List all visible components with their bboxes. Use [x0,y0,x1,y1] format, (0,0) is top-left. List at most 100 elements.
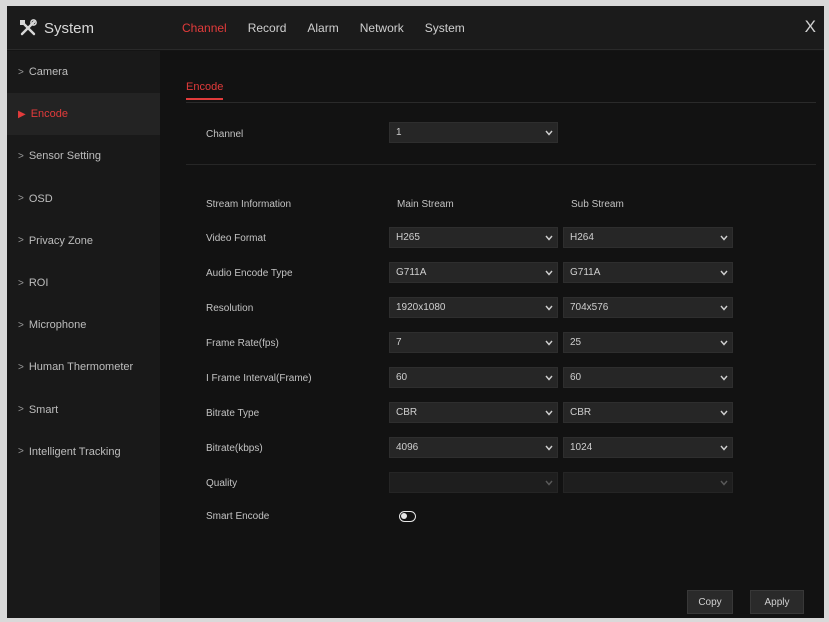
chevron-right-icon: > [18,66,24,78]
resolution-sub-select-value: 704x576 [570,302,609,313]
tools-icon [19,19,37,37]
sidebar-item-microphone[interactable]: > Microphone [7,304,160,346]
smart-encode-toggle[interactable] [399,511,416,522]
audio-encode-type-sub-select-value: G711A [570,267,601,278]
sidebar-item-intelligent-tracking[interactable]: > Intelligent Tracking [7,431,160,473]
sidebar-item-privacy-zone[interactable]: > Privacy Zone [7,220,160,262]
bitrate-type-main-select-value: CBR [396,407,418,418]
sidebar-item-smart[interactable]: > Smart [7,389,160,431]
sidebar-item-camera[interactable]: > Camera [7,51,160,93]
tab-channel[interactable]: Channel [182,6,227,50]
chevron-right-icon: > [18,150,24,162]
main-stream-header: Main Stream [397,199,454,210]
bitrate-kbps-sub-select-value: 1024 [570,442,593,453]
i-frame-interval-frame-sub-select[interactable]: 60 [563,367,733,388]
subtab-divider [186,102,816,103]
sidebar-item-label: Microphone [28,319,87,332]
sidebar-item-label: Human Thermometer [28,361,134,374]
chevron-right-icon: ▶ [18,108,26,120]
chevron-down-icon [716,375,732,381]
app-title-text: System [44,19,95,37]
video-format-label: Video Format [206,233,266,244]
chevron-right-icon: > [18,319,24,331]
chevron-right-icon: > [18,446,24,458]
subtab-encode[interactable]: Encode [186,81,224,100]
sidebar-item-encode[interactable]: ▶ Encode [7,93,160,136]
chevron-down-icon [541,305,557,311]
sidebar-item-label: Privacy Zone [28,234,94,247]
close-icon[interactable]: X [805,17,816,37]
chevron-down-icon [541,445,557,451]
quality-sub-select[interactable] [563,472,733,493]
video-format-main-select[interactable]: H265 [389,227,558,248]
settings-window: System Channel Record Alarm Network System X… [7,6,824,618]
quality-main-select[interactable] [389,472,558,493]
apply-button[interactable]: Apply [750,590,804,614]
bitrate-type-label: Bitrate Type [206,408,260,419]
frame-rate-fps-sub-select-value: 25 [570,337,582,348]
sidebar-item-osd[interactable]: > OSD [7,178,160,220]
video-format-sub-select[interactable]: H264 [563,227,733,248]
frame-rate-fps-label: Frame Rate(fps) [206,338,279,349]
channel-select[interactable]: 1 [389,122,558,143]
chevron-right-icon: > [18,235,24,247]
app-title: System [19,16,94,40]
tab-system[interactable]: System [425,6,465,50]
sidebar-item-sensor-setting[interactable]: > Sensor Setting [7,135,160,177]
channel-label: Channel [206,129,244,140]
chevron-down-icon [541,270,557,276]
sub-stream-header: Sub Stream [571,199,624,210]
copy-button[interactable]: Copy [687,590,733,614]
chevron-right-icon: > [18,361,24,373]
chevron-down-icon [541,130,557,136]
sidebar-item-label: OSD [28,192,53,205]
chevron-down-icon [716,445,732,451]
main-panel: Encode Channel 1 Stream Information Main… [160,51,824,618]
tab-record[interactable]: Record [248,6,287,50]
sidebar-item-label: Encode [30,108,69,121]
sidebar-item-human-thermometer[interactable]: > Human Thermometer [7,346,160,388]
chevron-down-icon [716,480,732,486]
quality-label: Quality [206,478,238,489]
bitrate-type-sub-select[interactable]: CBR [563,402,733,423]
sidebar-item-label: ROI [28,277,49,290]
audio-encode-type-sub-select[interactable]: G711A [563,262,733,283]
bitrate-type-sub-select-value: CBR [570,407,592,418]
bitrate-type-main-select[interactable]: CBR [389,402,558,423]
bitrate-kbps-sub-select[interactable]: 1024 [563,437,733,458]
resolution-label: Resolution [206,303,254,314]
sidebar-item-roi[interactable]: > ROI [7,262,160,304]
chevron-down-icon [716,305,732,311]
chevron-down-icon [541,480,557,486]
sidebar-item-label: Sensor Setting [28,150,101,163]
chevron-down-icon [716,270,732,276]
resolution-main-select[interactable]: 1920x1080 [389,297,558,318]
frame-rate-fps-main-select[interactable]: 7 [389,332,558,353]
sidebar-item-label: Intelligent Tracking [28,445,121,458]
audio-encode-type-label: Audio Encode Type [206,268,293,279]
tab-alarm[interactable]: Alarm [307,6,338,50]
tab-network[interactable]: Network [360,6,404,50]
resolution-sub-select[interactable]: 704x576 [563,297,733,318]
audio-encode-type-main-select[interactable]: G711A [389,262,558,283]
stream-info-label: Stream Information [206,199,292,210]
audio-encode-type-main-select-value: G711A [396,267,427,278]
section-divider [186,164,816,165]
chevron-down-icon [541,375,557,381]
i-frame-interval-frame-sub-select-value: 60 [570,372,582,383]
sidebar-item-label: Camera [28,66,68,79]
video-format-sub-select-value: H264 [570,232,594,243]
main-tabs: Channel Record Alarm Network System [182,6,486,50]
bitrate-kbps-main-select[interactable]: 4096 [389,437,558,458]
toggle-knob [401,513,407,519]
chevron-down-icon [716,410,732,416]
i-frame-interval-frame-main-select[interactable]: 60 [389,367,558,388]
top-bar: System Channel Record Alarm Network System X [7,6,824,50]
i-frame-interval-frame-label: I Frame Interval(Frame) [206,373,312,384]
chevron-down-icon [541,340,557,346]
sidebar-item-label: Smart [28,403,59,416]
frame-rate-fps-sub-select[interactable]: 25 [563,332,733,353]
bitrate-kbps-label: Bitrate(kbps) [206,443,263,454]
chevron-down-icon [541,235,557,241]
chevron-right-icon: > [18,193,24,205]
